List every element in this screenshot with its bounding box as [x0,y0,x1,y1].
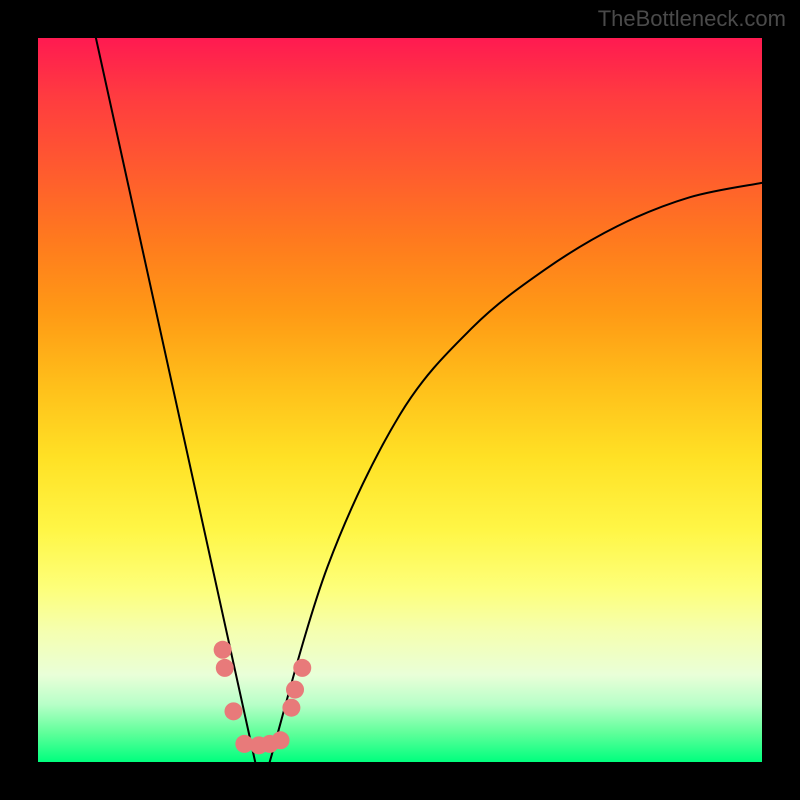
bottleneck-chart [38,38,762,762]
marker-layer [38,38,762,762]
data-marker [282,699,300,717]
data-marker [216,659,234,677]
data-marker [214,641,232,659]
watermark-text: TheBottleneck.com [598,6,786,32]
data-marker [286,681,304,699]
data-marker [293,659,311,677]
data-marker [272,731,290,749]
data-marker [224,702,242,720]
